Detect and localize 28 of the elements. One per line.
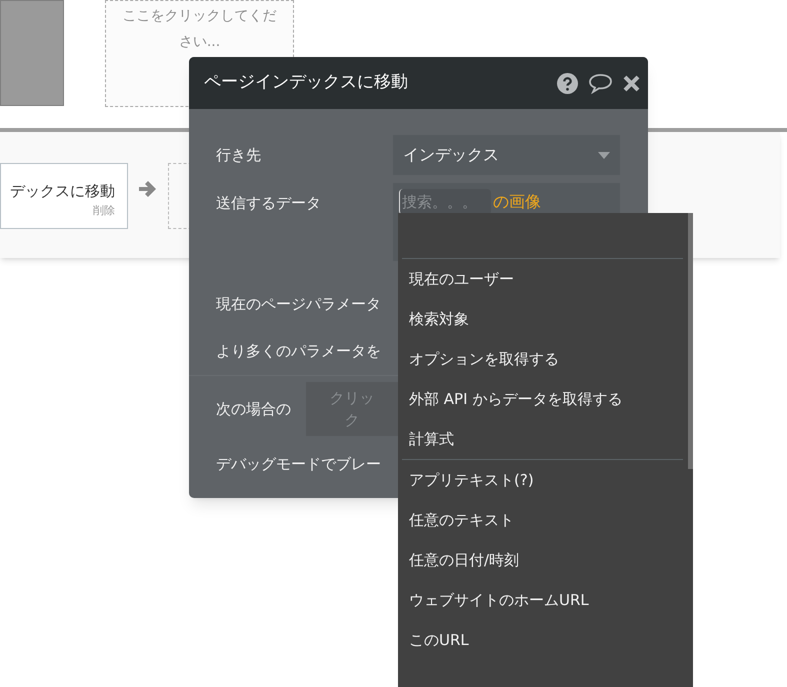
field-label: 次の場合の bbox=[216, 400, 291, 418]
dropdown-item[interactable]: このURL bbox=[402, 620, 683, 660]
field-label: より多くのパラメータを bbox=[216, 341, 381, 362]
expression-suffix: の画像 bbox=[493, 191, 541, 213]
dropdown-item[interactable]: 任意のテキスト bbox=[402, 500, 683, 540]
help-icon[interactable] bbox=[557, 72, 578, 94]
field-label: 送信するデータ bbox=[216, 194, 321, 212]
field-label: デバッグモードでブレー bbox=[216, 454, 381, 476]
search-input[interactable]: 捜索。。。 bbox=[399, 189, 491, 215]
dropdown-item[interactable]: 任意の日付/時刻 bbox=[402, 540, 683, 580]
field-label: 現在のページパラメータ bbox=[216, 294, 381, 316]
dropdown-item[interactable]: 外部 API からデータを取得する bbox=[402, 379, 683, 419]
action-title: デックスに移動 bbox=[10, 181, 115, 202]
dropdown-item[interactable]: 計算式 bbox=[402, 419, 683, 459]
action-card[interactable]: デックスに移動 削除 bbox=[0, 163, 128, 229]
scrollbar-thumb[interactable] bbox=[688, 213, 693, 469]
dropdown-item[interactable]: ウェブサイトのホームURL bbox=[402, 580, 683, 620]
comment-icon[interactable] bbox=[588, 72, 613, 94]
dropdown-item[interactable]: 現在のユーザー bbox=[402, 259, 683, 299]
destination-dropdown[interactable]: インデックス bbox=[393, 135, 620, 175]
placeholder-text: ここをクリックしてください... bbox=[122, 7, 278, 52]
caret-icon bbox=[598, 152, 610, 158]
field-label: 行き先 bbox=[216, 146, 261, 164]
close-icon[interactable] bbox=[623, 74, 640, 92]
arrow-right-icon bbox=[138, 180, 158, 198]
dropdown-item[interactable]: オプションを取得する bbox=[402, 339, 683, 379]
dropdown-item[interactable]: 検索対象 bbox=[402, 299, 683, 339]
dropdown-item[interactable]: アプリテキスト(?) bbox=[402, 460, 683, 500]
